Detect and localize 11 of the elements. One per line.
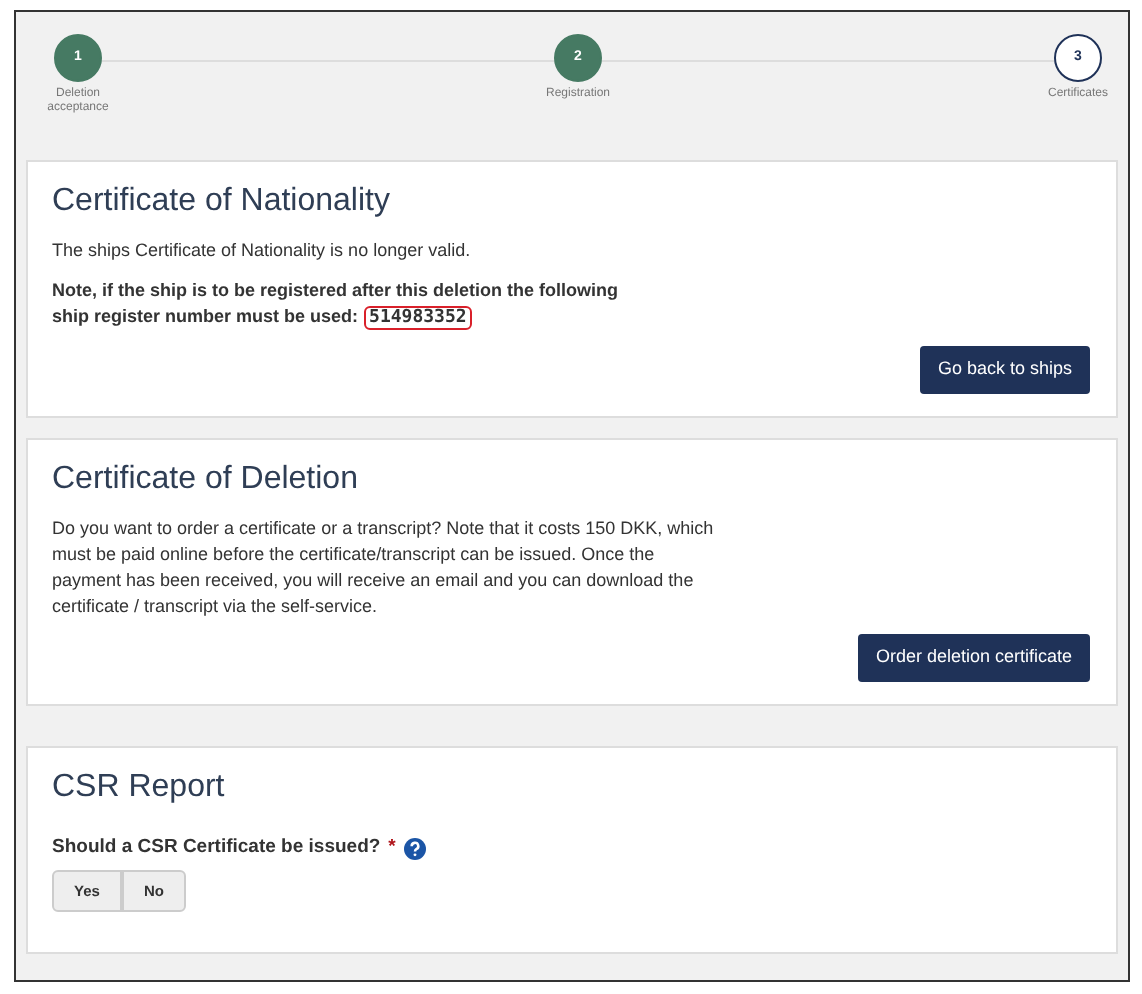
back-button[interactable]: Go back to ships bbox=[919, 346, 1090, 394]
section-title: Certificate of Nationality bbox=[52, 182, 392, 221]
note-text: Note, if the ship is to be registered after this deletion the following ship register number must be used: 514983352 bbox=[52, 278, 621, 333]
section-title: Certificate of Deletion bbox=[52, 459, 360, 499]
body-text: The ships Certificate of Nationality is no longer valid. bbox=[52, 238, 473, 265]
body-text: Do you want to order a certificate or a transcript? Note that it costs 150 DKK, which must be paid online before the certificate/transcript can be issued. Once the payment has been received, you will receive an email and you can download the certificate / transcript via the self-service. bbox=[52, 516, 716, 621]
help-icon[interactable] bbox=[403, 837, 426, 860]
order-button[interactable]: Order deletion certificate bbox=[857, 634, 1090, 682]
question-label: Should a CSR Certificate be issued? bbox=[52, 833, 381, 862]
section-title: CSR Report bbox=[52, 767, 227, 806]
required-mark: * bbox=[388, 833, 396, 862]
